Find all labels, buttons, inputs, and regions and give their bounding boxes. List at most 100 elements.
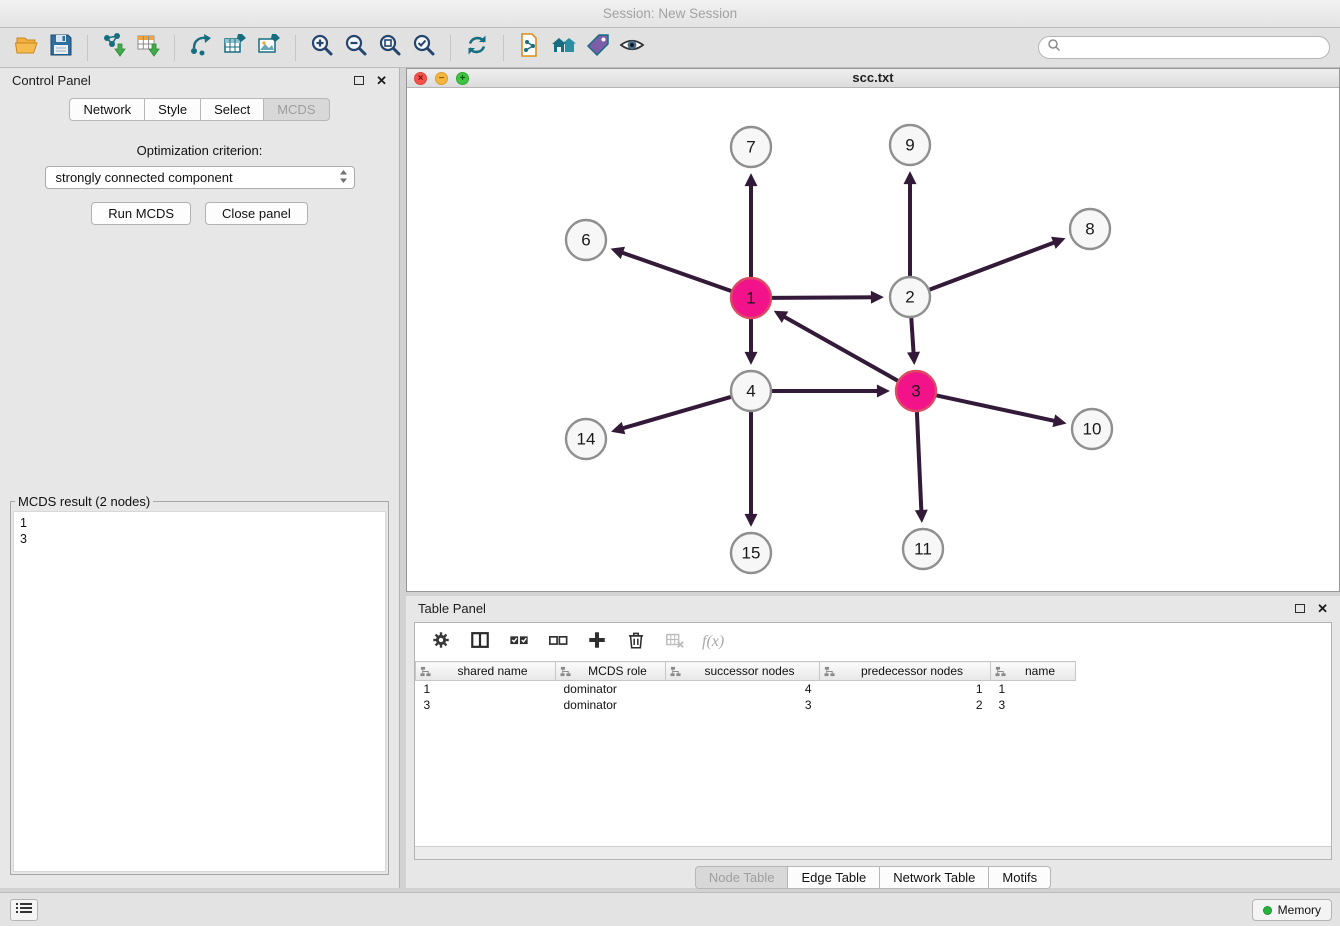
- select-all-columns-button[interactable]: [507, 630, 531, 654]
- graph-node-label: 9: [905, 136, 914, 155]
- plus-icon: [587, 630, 607, 655]
- maximize-window-icon[interactable]: +: [456, 72, 469, 85]
- graph-edge-2-8[interactable]: [930, 240, 1062, 290]
- table-cell[interactable]: 3: [416, 697, 556, 713]
- close-panel-icon[interactable]: ✕: [376, 74, 387, 87]
- column-header-successor-nodes[interactable]: successor nodes: [666, 662, 820, 681]
- graph-node-label: 15: [742, 544, 761, 563]
- refresh-arrows-icon: [464, 32, 490, 63]
- graph-edge-2-3[interactable]: [911, 318, 914, 361]
- graph-edge-1-6[interactable]: [614, 250, 731, 291]
- control-panel-header: Control Panel ✕: [0, 68, 399, 92]
- table-panel-header: Table Panel ✕: [406, 596, 1340, 620]
- table-cell[interactable]: dominator: [556, 681, 666, 697]
- table-row[interactable]: 1dominator411: [416, 681, 1076, 697]
- close-panel-icon[interactable]: ✕: [1317, 602, 1328, 615]
- tab-mcds[interactable]: MCDS: [264, 98, 329, 121]
- import-network-button[interactable]: [97, 32, 131, 64]
- column-header-mcds-role[interactable]: MCDS role: [556, 662, 666, 681]
- column-header-predecessor-nodes[interactable]: predecessor nodes: [820, 662, 991, 681]
- export-table-button[interactable]: [218, 32, 252, 64]
- network-from-view-button[interactable]: [513, 32, 547, 64]
- table-cell[interactable]: 2: [820, 697, 991, 713]
- table-cell[interactable]: 3: [666, 697, 820, 713]
- export-image-button[interactable]: [252, 32, 286, 64]
- save-disk-icon: [48, 32, 74, 63]
- network-graph[interactable]: 7968124314101511: [407, 88, 1339, 591]
- show-columns-button[interactable]: [468, 630, 492, 654]
- import-table-button[interactable]: [131, 32, 165, 64]
- column-label: shared name: [416, 664, 555, 678]
- float-panel-icon[interactable]: [1295, 604, 1305, 613]
- delete-column-button[interactable]: [624, 630, 648, 654]
- graph-node-label: 2: [905, 288, 914, 307]
- style-button[interactable]: [581, 32, 615, 64]
- tab-node-table[interactable]: Node Table: [695, 866, 789, 889]
- zoom-out-icon: [343, 32, 369, 63]
- table-panel: Table Panel ✕: [406, 596, 1340, 888]
- horizontal-scrollbar[interactable]: [415, 846, 1331, 859]
- zoom-fit-button[interactable]: [373, 32, 407, 64]
- home-button[interactable]: [547, 32, 581, 64]
- search-input[interactable]: [1061, 41, 1321, 55]
- mcds-result-list[interactable]: 13: [13, 511, 386, 872]
- table-settings-button[interactable]: [429, 630, 453, 654]
- graph-edge-3-10[interactable]: [937, 395, 1063, 422]
- graph-edge-4-14[interactable]: [615, 397, 731, 431]
- column-header-shared-name[interactable]: shared name: [416, 662, 556, 681]
- table-cell[interactable]: 1: [416, 681, 556, 697]
- zoom-in-button[interactable]: [305, 32, 339, 64]
- open-session-button[interactable]: [10, 32, 44, 64]
- node-table: shared nameMCDS rolesuccessor nodesprede…: [415, 661, 1076, 713]
- delete-table-button[interactable]: [663, 630, 687, 654]
- graph-edge-3-11[interactable]: [917, 412, 922, 519]
- memory-button[interactable]: Memory: [1252, 899, 1332, 921]
- window-title: Session: New Session: [603, 6, 737, 21]
- function-builder-button[interactable]: f(x): [702, 630, 724, 654]
- search-magnifier-icon: [1047, 38, 1061, 57]
- table-cell[interactable]: dominator: [556, 697, 666, 713]
- tab-edge-table[interactable]: Edge Table: [788, 866, 880, 889]
- table-delete-icon: [665, 630, 685, 655]
- column-tree-icon: [995, 666, 1006, 680]
- minimize-window-icon[interactable]: −: [435, 72, 448, 85]
- search-box[interactable]: [1038, 36, 1330, 59]
- network-canvas[interactable]: 7968124314101511: [407, 88, 1339, 591]
- export-network-button[interactable]: [184, 32, 218, 64]
- table-cell[interactable]: 4: [666, 681, 820, 697]
- table-cell[interactable]: 1: [820, 681, 991, 697]
- table-row[interactable]: 3dominator323: [416, 697, 1076, 713]
- tab-motifs[interactable]: Motifs: [989, 866, 1051, 889]
- column-header-name[interactable]: name: [991, 662, 1076, 681]
- show-details-button[interactable]: [615, 32, 649, 64]
- apply-layout-button[interactable]: [460, 32, 494, 64]
- tab-style[interactable]: Style: [145, 98, 201, 121]
- create-column-button[interactable]: [585, 630, 609, 654]
- criterion-dropdown[interactable]: strongly connected component: [45, 166, 355, 189]
- mcds-result-line: 1: [20, 515, 379, 531]
- graph-edge-3-1[interactable]: [777, 313, 898, 381]
- tab-select[interactable]: Select: [201, 98, 264, 121]
- zoom-selected-button[interactable]: [407, 32, 441, 64]
- close-panel-button[interactable]: Close panel: [205, 202, 308, 225]
- close-window-icon[interactable]: ×: [414, 72, 427, 85]
- run-mcds-button[interactable]: Run MCDS: [91, 202, 191, 225]
- deselect-all-columns-button[interactable]: [546, 630, 570, 654]
- toolbar-separator: [87, 35, 88, 61]
- float-panel-icon[interactable]: [354, 76, 364, 85]
- show-task-history-button[interactable]: [10, 899, 38, 921]
- graph-node-label: 3: [911, 382, 920, 401]
- graph-edge-1-2[interactable]: [772, 297, 880, 298]
- save-session-button[interactable]: [44, 32, 78, 64]
- graph-node-label: 1: [746, 289, 755, 308]
- mcds-result-line: 3: [20, 531, 379, 547]
- graph-node-label: 8: [1085, 220, 1094, 239]
- import-table-icon: [135, 32, 161, 63]
- tab-network[interactable]: Network: [69, 98, 145, 121]
- status-bar: Memory: [0, 892, 1340, 926]
- tab-network-table[interactable]: Network Table: [880, 866, 989, 889]
- table-cell[interactable]: 3: [991, 697, 1076, 713]
- zoom-out-button[interactable]: [339, 32, 373, 64]
- table-cell[interactable]: 1: [991, 681, 1076, 697]
- criterion-value: strongly connected component: [56, 170, 339, 185]
